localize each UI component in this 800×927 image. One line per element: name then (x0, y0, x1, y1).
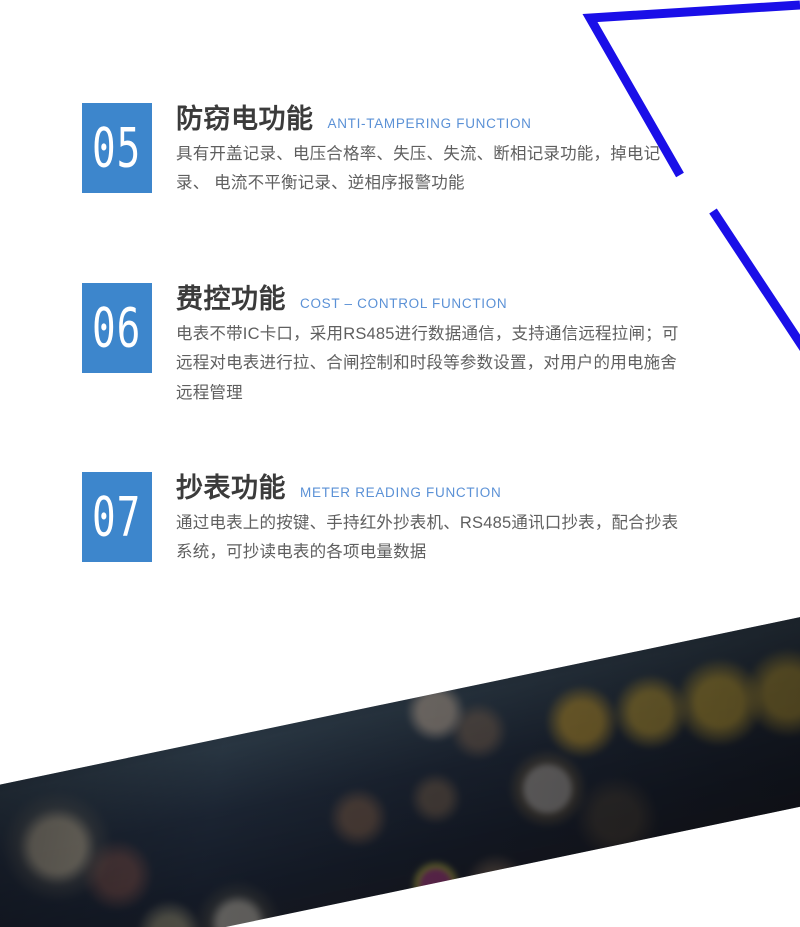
feature-item-05: 05 防窃电功能 ANTI-TAMPERING FUNCTION 具有开盖记录、… (82, 103, 681, 199)
feature-en-title-05: ANTI-TAMPERING FUNCTION (327, 116, 532, 131)
feature-title-row-07: 抄表功能 METER READING FUNCTION (176, 473, 681, 504)
feature-number-06: 06 (92, 295, 142, 360)
feature-description-07: 通过电表上的按键、手持红外抄表机、RS485通讯口抄表，配合抄表系统，可抄读电表… (176, 514, 679, 562)
feature-description-05: 具有开盖记录、电压合格率、失压、失流、断相记录功能，掉电记录、 电流不平衡记录、… (176, 145, 661, 193)
feature-item-06: 06 费控功能 COST – CONTROL FUNCTION 电表不带IC卡口… (82, 283, 681, 408)
feature-number-badge-05: 05 (82, 103, 152, 193)
feature-body-05: 防窃电功能 ANTI-TAMPERING FUNCTION 具有开盖记录、电压合… (176, 103, 681, 199)
night-city-bokeh-band (0, 608, 800, 927)
feature-body-06: 费控功能 COST – CONTROL FUNCTION 电表不带IC卡口，采用… (176, 283, 681, 408)
feature-number-badge-06: 06 (82, 283, 152, 373)
feature-cn-title-07: 抄表功能 (176, 473, 286, 503)
feature-item-07: 07 抄表功能 METER READING FUNCTION 通过电表上的按键、… (82, 472, 681, 568)
feature-number-07: 07 (92, 484, 142, 549)
feature-cn-title-06: 费控功能 (176, 284, 286, 314)
feature-number-05: 05 (92, 115, 142, 180)
feature-cn-title-05: 防窃电功能 (176, 104, 314, 134)
feature-title-row-06: 费控功能 COST – CONTROL FUNCTION (176, 284, 681, 315)
feature-number-badge-07: 07 (82, 472, 152, 562)
feature-body-07: 抄表功能 METER READING FUNCTION 通过电表上的按键、手持红… (176, 472, 681, 568)
feature-title-row-05: 防窃电功能 ANTI-TAMPERING FUNCTION (176, 104, 681, 135)
product-feature-page: 05 防窃电功能 ANTI-TAMPERING FUNCTION 具有开盖记录、… (0, 0, 800, 927)
photo-tint-overlay (0, 608, 800, 927)
blue-diagonal-line (709, 208, 800, 352)
feature-description-06: 电表不带IC卡口，采用RS485进行数据通信，支持通信远程拉闸；可远程对电表进行… (176, 325, 679, 402)
feature-en-title-07: METER READING FUNCTION (300, 485, 502, 500)
feature-en-title-06: COST – CONTROL FUNCTION (300, 296, 508, 311)
